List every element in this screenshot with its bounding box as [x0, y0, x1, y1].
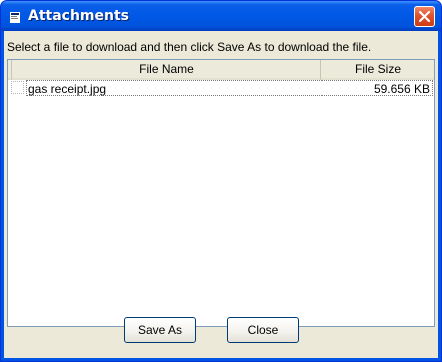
- title-bar[interactable]: Attachments: [1, 1, 441, 31]
- dialog-body: Select a file to download and then click…: [4, 31, 438, 358]
- close-window-button[interactable]: [414, 6, 435, 27]
- window-title: Attachments: [28, 8, 130, 24]
- column-header-file-name[interactable]: File Name: [13, 60, 321, 80]
- list-header: File Name File Size: [8, 60, 434, 80]
- window-icon: [10, 10, 20, 23]
- save-as-button[interactable]: Save As: [124, 317, 196, 343]
- close-button[interactable]: Close: [227, 317, 299, 343]
- column-header-check[interactable]: [8, 60, 12, 80]
- row-checkbox[interactable]: [11, 81, 24, 94]
- table-row[interactable]: gas receipt.jpg 59.656 KB: [8, 80, 434, 96]
- instructions-text: Select a file to download and then click…: [7, 40, 372, 54]
- file-name-cell[interactable]: gas receipt.jpg: [26, 80, 322, 96]
- attachments-window: Attachments Select a file to download an…: [0, 0, 442, 362]
- close-icon: [419, 11, 430, 22]
- attachments-list[interactable]: File Name File Size gas receipt.jpg 59.6…: [7, 59, 435, 327]
- column-header-file-size[interactable]: File Size: [322, 60, 434, 80]
- file-size-cell[interactable]: 59.656 KB: [322, 80, 433, 96]
